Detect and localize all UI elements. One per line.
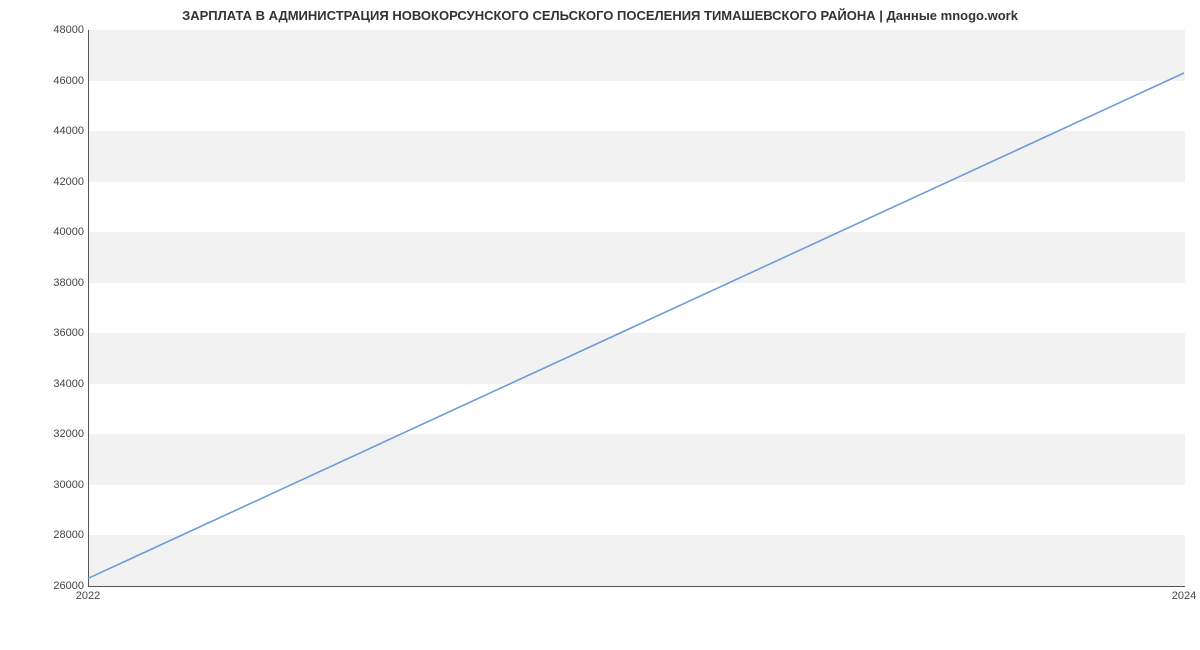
y-tick-label: 40000 (4, 226, 84, 238)
y-tick-label: 30000 (4, 479, 84, 491)
chart-title: ЗАРПЛАТА В АДМИНИСТРАЦИЯ НОВОКОРСУНСКОГО… (0, 8, 1200, 23)
y-tick-label: 42000 (4, 176, 84, 188)
y-tick-label: 28000 (4, 529, 84, 541)
line-series (88, 30, 1184, 586)
y-tick-label: 34000 (4, 378, 84, 390)
y-tick-label: 38000 (4, 277, 84, 289)
y-tick-label: 44000 (4, 125, 84, 137)
y-tick-label: 36000 (4, 327, 84, 339)
y-tick-label: 48000 (4, 24, 84, 36)
x-tick-label: 2024 (1172, 590, 1196, 602)
y-tick-label: 32000 (4, 428, 84, 440)
y-tick-label: 46000 (4, 75, 84, 87)
x-tick-label: 2022 (76, 590, 100, 602)
y-tick-label: 26000 (4, 580, 84, 592)
